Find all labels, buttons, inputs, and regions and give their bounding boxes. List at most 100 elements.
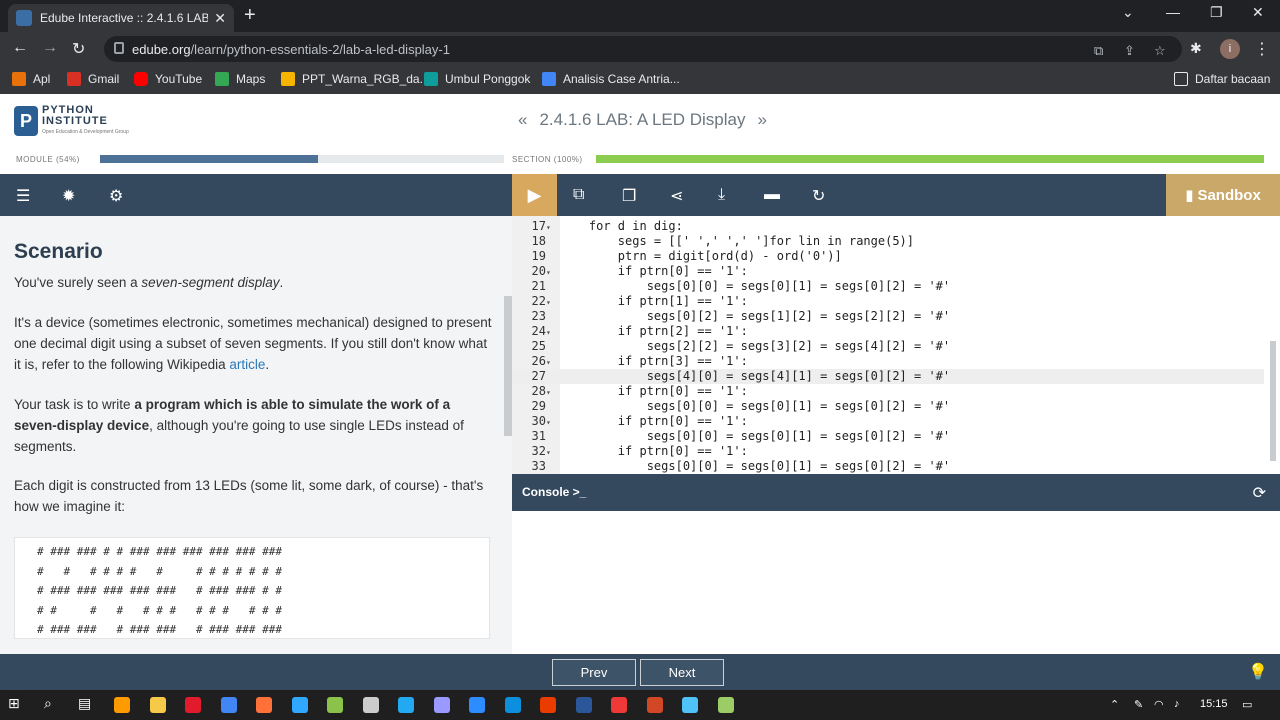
translate-icon[interactable]: ⧉ [1094,43,1103,59]
browser-tab[interactable]: Edube Interactive :: 2.4.1.6 LAB: A ✕ [8,4,234,32]
url-bar[interactable]: edube.org /learn/python-essentials-2/lab… [104,36,1182,62]
zoom-icon[interactable] [469,697,485,713]
vscode-icon[interactable] [398,697,414,713]
code-line[interactable]: 22▾ if ptrn[1] == '1': [512,294,1264,309]
next-lesson-arrow[interactable]: » [757,110,766,129]
menu-kebab-icon[interactable]: ⋮ [1254,39,1270,59]
office-icon[interactable] [540,697,556,713]
window-close-icon[interactable]: ✕ [1252,4,1264,21]
back-arrow-icon[interactable]: ← [12,39,28,57]
code-line[interactable]: 19 ptrn = digit[ord(d) - ord('0')] [512,249,1264,264]
fold-arrow-icon[interactable]: ▾ [546,445,560,460]
fold-arrow-icon[interactable]: ▾ [546,325,560,340]
powerpoint-icon[interactable] [646,697,663,713]
code-line[interactable]: 32▾ if ptrn[0] == '1': [512,444,1264,459]
code-line[interactable]: 30▾ if ptrn[0] == '1': [512,414,1264,429]
fold-arrow-icon[interactable]: ▾ [546,355,560,370]
fold-arrow-icon[interactable]: ▾ [546,265,560,280]
code-editor[interactable]: 17▾ for d in dig: 18 segs = [[' ',' ',' '… [512,216,1280,474]
file-explorer-icon[interactable] [149,697,166,713]
bookmark-star-icon[interactable]: ☆ [1154,43,1166,59]
l-app-icon[interactable] [682,697,698,713]
edge-icon[interactable] [504,697,521,713]
download-icon[interactable]: ⤓ [718,186,725,204]
tab-search-icon[interactable]: ⌄ [1122,4,1134,21]
bookmark-analisis[interactable]: Analisis Case Antria... [542,72,680,86]
bookmark-apps[interactable]: Apl [12,72,50,86]
network-icon[interactable]: ◠ [1154,698,1164,711]
code-line[interactable]: 17▾ for d in dig: [512,219,1264,234]
prev-lesson-arrow[interactable]: « [518,110,527,129]
code-line[interactable]: 33 segs[0][0] = segs[0][1] = segs[0][2] … [512,459,1264,474]
illustrator-icon[interactable] [114,697,130,713]
tray-chevron-icon[interactable]: ⌃ [1110,698,1119,711]
windows-start-icon[interactable]: ⊞ [8,695,24,711]
lesson-scrollbar[interactable] [504,296,512,436]
after-effects-icon[interactable] [433,697,450,713]
minimize-icon[interactable]: — [1166,4,1180,20]
opera-icon[interactable] [185,697,201,713]
code-line[interactable]: 23 segs[0][2] = segs[1][2] = segs[2][2] … [512,309,1264,324]
reading-list[interactable]: Daftar bacaan [1174,72,1270,86]
task-view-icon[interactable]: ▤ [78,695,94,711]
next-button[interactable]: Next [640,659,724,686]
reset-refresh-icon[interactable]: ↻ [812,186,825,206]
firefox-icon[interactable] [256,697,272,713]
chrome-icon[interactable] [220,697,237,713]
code-line[interactable]: 27 segs[4][0] = segs[4][1] = segs[0][2] … [512,369,1264,384]
notifications-icon[interactable]: ▭ [1242,698,1252,711]
duplicate-file-icon[interactable]: ❐ [622,186,636,206]
run-button[interactable]: ▶ [512,174,557,216]
share-nodes-icon[interactable]: ⋖ [670,186,683,206]
clock[interactable]: 15:15 [1200,698,1228,710]
bookmark-umbul-ponggok[interactable]: Umbul Ponggok [424,72,530,86]
notepad-icon[interactable] [717,697,734,713]
code-line[interactable]: 18 segs = [[' ',' ',' ']for lin in range… [512,234,1264,249]
wikipedia-article-link[interactable]: article [229,357,265,372]
python-institute-logo[interactable]: P PYTHON INSTITUTE Open Education & Deve… [14,104,134,138]
share-icon[interactable]: ⇪ [1124,43,1135,59]
code-line[interactable]: 29 segs[0][0] = segs[0][1] = segs[0][2] … [512,399,1264,414]
settings-gear-icon[interactable]: ⚙ [109,186,123,206]
search-icon[interactable]: ⌕ [44,695,60,711]
console-output[interactable] [512,511,1280,654]
profile-avatar[interactable]: i [1220,39,1240,59]
code-line[interactable]: 28▾ if ptrn[0] == '1': [512,384,1264,399]
fold-arrow-icon[interactable]: ▾ [546,385,560,400]
fold-arrow-icon[interactable]: ▾ [546,295,560,310]
reload-icon[interactable]: ↻ [72,39,85,59]
new-tab-button[interactable]: + [244,4,256,27]
code-line[interactable]: 26▾ if ptrn[3] == '1': [512,354,1264,369]
bookmark-youtube[interactable]: YouTube [134,72,202,86]
fold-arrow-icon[interactable]: ▾ [546,415,560,430]
bug-report-icon[interactable]: ✹ [62,186,75,206]
tab-close-icon[interactable]: ✕ [214,10,226,27]
bookmark-maps[interactable]: Maps [215,72,265,86]
prev-button[interactable]: Prev [552,659,636,686]
editor-scrollbar[interactable] [1270,341,1276,461]
sandbox-button[interactable]: ▮ Sandbox [1166,174,1280,216]
code-line[interactable]: 24▾ if ptrn[2] == '1': [512,324,1264,339]
console-refresh-icon[interactable]: ⟳ [1253,483,1266,503]
code-line[interactable]: 21 segs[0][0] = segs[0][1] = segs[0][2] … [512,279,1264,294]
word-icon[interactable] [575,697,592,713]
sketchup-icon[interactable] [327,697,343,713]
open-folder-icon[interactable]: ▬ [764,186,780,204]
copy-icon[interactable]: ⧉ [573,186,584,204]
extensions-icon[interactable]: ✱ [1190,40,1202,57]
fold-arrow-icon[interactable]: ▾ [546,220,560,235]
volume-icon[interactable]: ♪ [1174,698,1180,710]
bookmark-ppt-warna[interactable]: PPT_Warna_RGB_da... [281,72,430,86]
ubuntu-icon[interactable] [362,697,379,713]
code-line[interactable]: 20▾ if ptrn[0] == '1': [512,264,1264,279]
forward-arrow-icon[interactable]: → [42,39,58,57]
tray-pen-icon[interactable]: ✎ [1134,698,1143,711]
hamburger-menu-icon[interactable]: ☰ [16,186,30,206]
vivaldi-icon[interactable] [611,697,627,713]
maximize-icon[interactable]: ❐ [1210,4,1223,21]
hint-bulb-icon[interactable]: 💡 [1248,662,1268,682]
photoshop-icon[interactable] [291,697,308,713]
bookmark-gmail[interactable]: Gmail [67,72,119,86]
code-line[interactable]: 31 segs[0][0] = segs[0][1] = segs[0][2] … [512,429,1264,444]
code-line[interactable]: 25 segs[2][2] = segs[3][2] = segs[4][2] … [512,339,1264,354]
